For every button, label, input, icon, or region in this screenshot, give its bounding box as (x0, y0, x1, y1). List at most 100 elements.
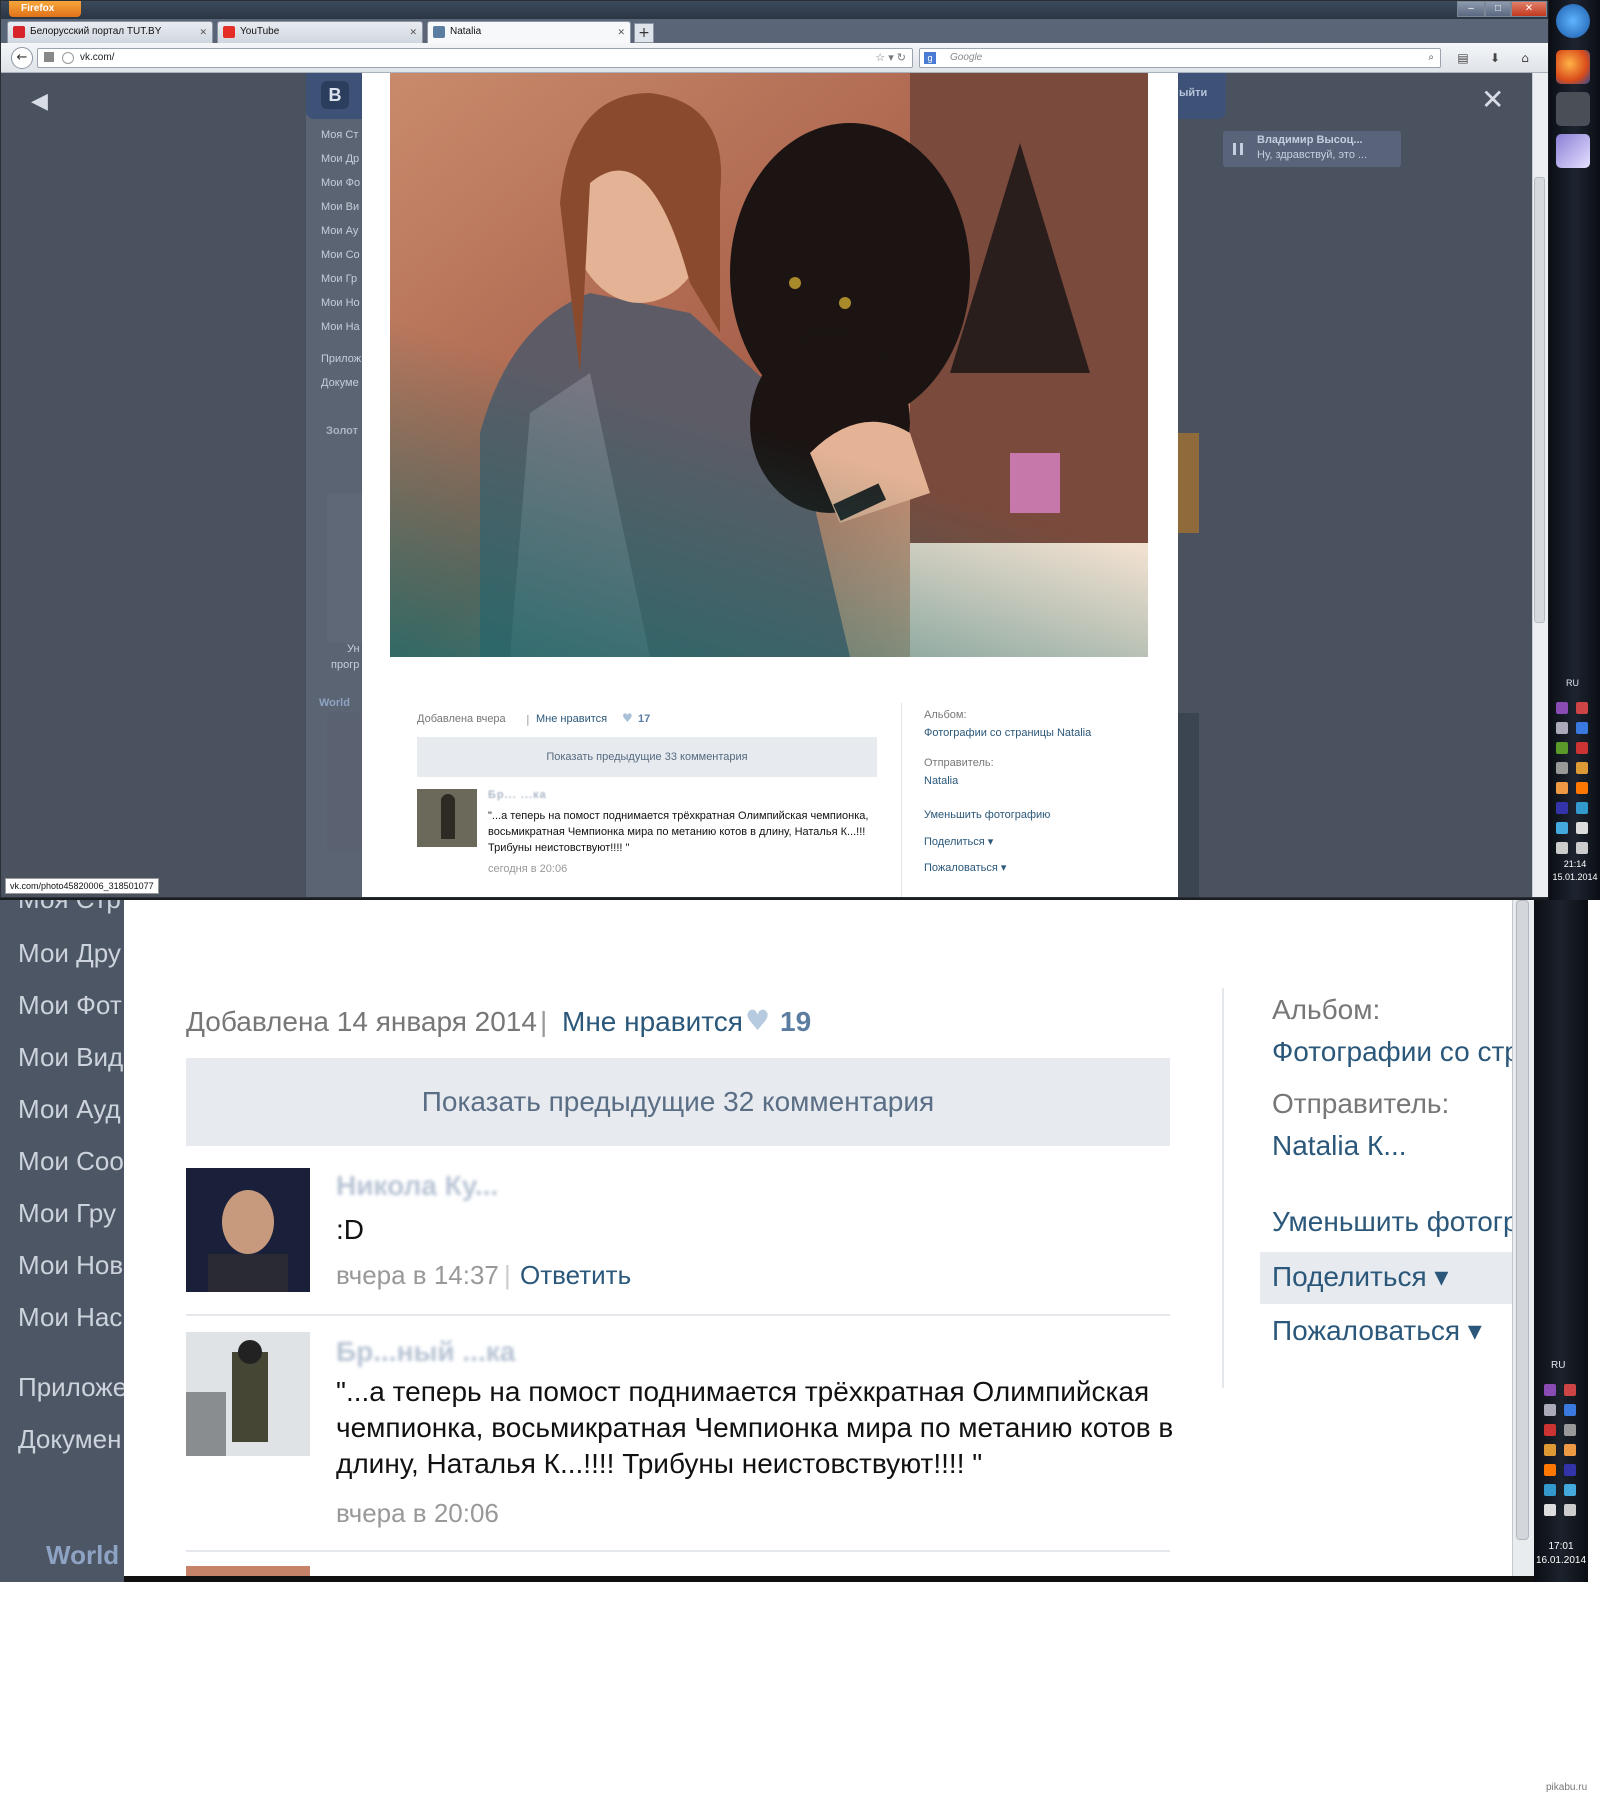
onenote-icon[interactable] (1556, 702, 1568, 714)
right-ad-image[interactable] (1177, 433, 1199, 533)
comment-time[interactable]: сегодня в 20:06 (488, 863, 567, 875)
album-link[interactable]: Фотографии со страницы Natalia (924, 727, 1091, 739)
menu-my-page[interactable]: Моя Стр (18, 900, 124, 915)
menu-news[interactable]: Мои Нов (18, 1250, 124, 1281)
address-bar[interactable]: vk.com/ ☆ ▾ ↻ (37, 48, 913, 68)
bookmarks-icon[interactable]: ▤ (1453, 49, 1473, 67)
title-bar[interactable]: Firefox – □ ✕ (1, 1, 1548, 19)
menu-friends[interactable]: Мои Дру (18, 938, 124, 969)
ad-block[interactable]: Ун прогр (327, 493, 363, 671)
network-icon[interactable] (1556, 722, 1568, 734)
right-ad-image-2[interactable] (1177, 713, 1199, 897)
downloads-icon[interactable]: ⬇ (1485, 49, 1505, 67)
album-link[interactable]: Фотографии со стр (1272, 1036, 1512, 1068)
search-icon[interactable]: ⌕ (1428, 49, 1434, 67)
like-count[interactable]: 17 (638, 713, 650, 725)
pause-icon[interactable] (1233, 143, 1243, 155)
tray-app-icon[interactable] (1576, 802, 1588, 814)
start-orb-icon[interactable] (1556, 4, 1590, 38)
menu-friends[interactable]: Мои Др (321, 153, 361, 165)
tray-tool-icon[interactable] (1564, 1384, 1576, 1396)
shrink-photo-link[interactable]: Уменьшить фотогр (1272, 1206, 1512, 1238)
maximize-button[interactable]: □ (1485, 1, 1511, 17)
speaker-alert-icon[interactable] (1576, 742, 1588, 754)
close-tab-icon[interactable]: ✕ (199, 22, 207, 42)
punto-switcher-icon[interactable] (1556, 802, 1568, 814)
menu-apps[interactable]: Приложе (18, 1372, 124, 1403)
tray-tool-icon[interactable] (1576, 702, 1588, 714)
network-status-icon[interactable] (1556, 842, 1568, 854)
menu-groups[interactable]: Мои Гр (321, 273, 361, 285)
reply-link[interactable]: Ответить (520, 1260, 631, 1291)
world-of-tanks-ad-title[interactable]: World (46, 1540, 124, 1571)
tray-app-icon[interactable] (1564, 1424, 1576, 1436)
ad-title[interactable]: Золот (326, 425, 362, 437)
nvidia-icon[interactable] (1556, 742, 1568, 754)
minimize-button[interactable]: – (1457, 1, 1485, 17)
menu-apps[interactable]: Прилож (321, 353, 361, 365)
tray-app-icon[interactable] (1544, 1464, 1556, 1476)
show-previous-comments-button[interactable]: Показать предыдущие 33 комментария (417, 737, 877, 777)
menu-messages[interactable]: Мои Соо (18, 1146, 124, 1177)
menu-settings[interactable]: Мои На (321, 321, 361, 333)
report-link[interactable]: Пожаловаться ▾ (1272, 1314, 1512, 1347)
menu-photos[interactable]: Мои Фот (18, 990, 124, 1021)
tray-app-icon[interactable] (1564, 1484, 1576, 1496)
show-previous-comments-button[interactable]: Показать предыдущие 32 комментария (186, 1058, 1170, 1146)
menu-videos[interactable]: Мои Ви (321, 201, 361, 213)
scrollbar-thumb[interactable] (1516, 900, 1529, 1540)
menu-videos[interactable]: Мои Вид (18, 1042, 124, 1073)
close-window-button[interactable]: ✕ (1511, 1, 1547, 17)
back-button[interactable]: ← (11, 47, 33, 69)
like-link[interactable]: Мне нравится (562, 1006, 743, 1038)
tray-app-icon[interactable] (1544, 1484, 1556, 1496)
menu-documents[interactable]: Докуме (321, 377, 361, 389)
sender-link[interactable]: Natalia (924, 775, 958, 787)
tray-counter-icon[interactable] (1544, 1444, 1556, 1456)
tray-counter-icon[interactable] (1576, 762, 1588, 774)
tray-app-icon[interactable] (1564, 1444, 1576, 1456)
tray-app-icon[interactable] (1556, 822, 1568, 834)
commenter-avatar[interactable] (186, 1168, 310, 1292)
onenote-icon[interactable] (1544, 1384, 1556, 1396)
comment-time[interactable]: вчера в 20:06 (336, 1498, 499, 1529)
action-center-flag-icon[interactable] (1544, 1504, 1556, 1516)
heart-icon[interactable]: ♥ (622, 711, 633, 725)
tray-app-icon[interactable] (1556, 762, 1568, 774)
world-of-tanks-icon[interactable] (1556, 92, 1590, 126)
network-icon[interactable] (1544, 1404, 1556, 1416)
menu-audio[interactable]: Мои Ауд (18, 1094, 124, 1125)
report-link[interactable]: Пожаловаться ▾ (924, 861, 1006, 874)
commenter-avatar[interactable] (186, 1332, 310, 1456)
shrink-photo-link[interactable]: Уменьшить фотографию (924, 809, 1050, 821)
firefox-icon[interactable] (1556, 50, 1590, 84)
commenter-name[interactable]: Бр... ...ка (488, 789, 547, 801)
tab-tutby[interactable]: Белорусский портал TUT.BY ✕ (7, 21, 213, 43)
network-status-icon[interactable] (1564, 1504, 1576, 1516)
scrollbar-thumb[interactable] (1534, 177, 1545, 623)
commenter-avatar[interactable] (417, 789, 477, 847)
speaker-alert-icon[interactable] (1544, 1424, 1556, 1436)
home-icon[interactable]: ⌂ (1515, 49, 1535, 67)
volume-icon[interactable] (1576, 842, 1588, 854)
menu-audio[interactable]: Мои Ау (321, 225, 361, 237)
share-link[interactable]: Поделиться ▾ (924, 835, 993, 848)
tray-app-icon[interactable] (1556, 782, 1568, 794)
bluetooth-icon[interactable] (1564, 1404, 1576, 1416)
tray-app-icon[interactable] (1576, 782, 1588, 794)
bluetooth-icon[interactable] (1576, 722, 1588, 734)
world-of-tanks-ad-title[interactable]: World (319, 697, 359, 709)
heart-icon[interactable]: ♥ (745, 1004, 770, 1037)
menu-photos[interactable]: Мои Фо (321, 177, 361, 189)
tab-youtube[interactable]: YouTube ✕ (217, 21, 423, 43)
menu-messages[interactable]: Мои Со (321, 249, 361, 261)
taskbar-clock[interactable]: 21:14 15.01.2014 (1551, 858, 1599, 884)
tanks-ad-image[interactable] (327, 713, 363, 853)
commenter-name[interactable]: Никола Ку... (336, 1170, 498, 1202)
new-tab-button[interactable]: + (634, 23, 654, 43)
photo-image[interactable] (390, 73, 1148, 657)
previous-photo-arrow-icon[interactable]: ◀ (31, 89, 48, 114)
like-count[interactable]: 19 (780, 1006, 811, 1038)
next-commenter-avatar[interactable] (186, 1566, 310, 1576)
language-indicator[interactable]: RU (1551, 1360, 1565, 1371)
